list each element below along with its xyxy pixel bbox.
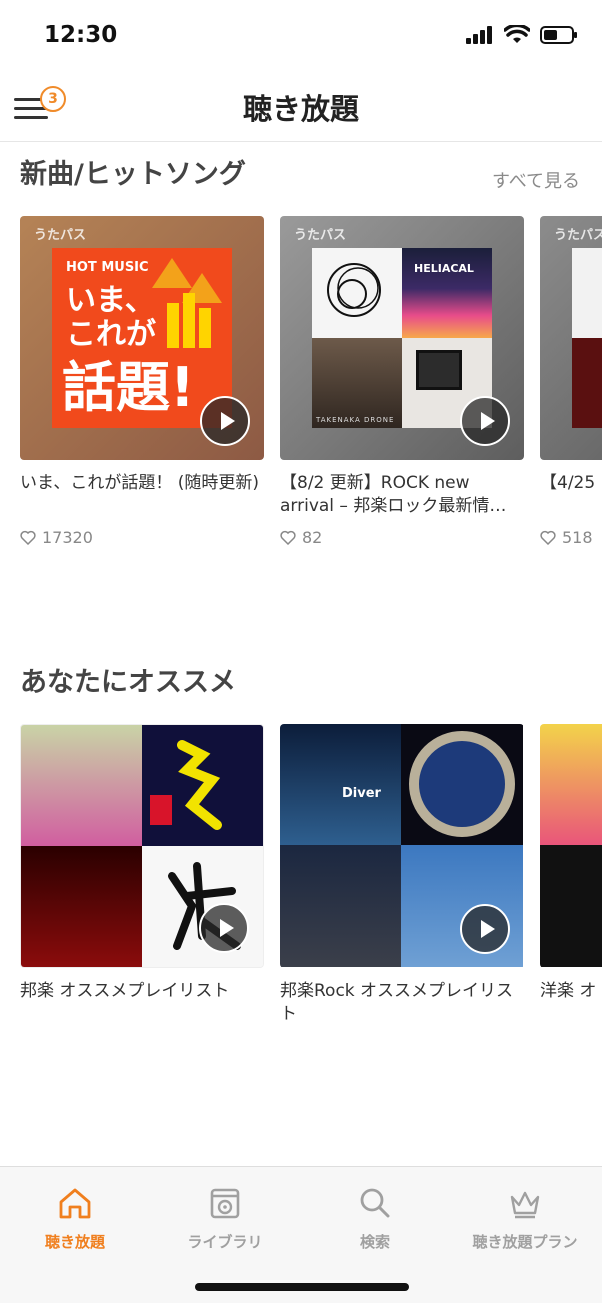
cover-tile-bike bbox=[401, 845, 523, 967]
cover-tile-rings bbox=[312, 248, 402, 338]
playlist-card[interactable]: うたパス HELIACAL TAKENAKA DRONE 【8/2 更新】ROC… bbox=[280, 216, 524, 547]
battery-icon bbox=[540, 26, 577, 44]
cover-tile-band: TAKENAKA DRONE bbox=[312, 338, 402, 428]
play-button[interactable] bbox=[460, 396, 510, 446]
playlist-title[interactable]: 【4/25 Beats – bbox=[540, 472, 602, 518]
cover-line-3: 話題! bbox=[62, 356, 195, 419]
play-button[interactable] bbox=[199, 903, 249, 953]
status-icons bbox=[466, 25, 578, 45]
tab-library[interactable]: ライブラリ bbox=[150, 1185, 300, 1252]
cover-line-2: これが bbox=[66, 317, 156, 352]
cover-tile-cartoon bbox=[540, 724, 602, 845]
playlist-cover[interactable] bbox=[540, 724, 602, 968]
playlist-cover[interactable] bbox=[20, 724, 264, 968]
signal-icon bbox=[466, 26, 492, 44]
home-icon bbox=[59, 1188, 91, 1219]
playlist-card[interactable]: Diver 邦楽Rock オススメプレイリスト bbox=[280, 724, 524, 1026]
like-count-value: 518 bbox=[562, 528, 593, 547]
playlist-title[interactable]: 邦楽 オススメプレイリスト bbox=[20, 980, 264, 1026]
playlist-cover[interactable]: うたパス HELIACAL TAKENAKA DRONE bbox=[280, 216, 524, 460]
playlist-card[interactable]: 邦楽 オススメプレイリスト bbox=[20, 724, 264, 1026]
hot-music-artwork: HOT MUSIC いま、 これが 話題! bbox=[52, 248, 232, 428]
playlist-row-new-hits: うたパス HOT MUSIC いま、 これが 話題! いま、これが話題！ (随時… bbox=[0, 216, 602, 556]
play-button[interactable] bbox=[460, 904, 510, 954]
utapass-label: うたパス bbox=[34, 228, 87, 243]
playlist-title[interactable]: 邦楽Rock オススメプレイリスト bbox=[280, 980, 524, 1026]
status-time: 12:30 bbox=[44, 22, 118, 48]
cover-tile bbox=[572, 338, 602, 428]
section-title-new-hits: 新曲/ヒットソング bbox=[20, 159, 246, 190]
cover-tile-live bbox=[280, 845, 401, 967]
tab-plan[interactable]: 聴き放題プラン bbox=[450, 1185, 600, 1252]
home-indicator[interactable] bbox=[195, 1283, 409, 1291]
wifi-icon bbox=[504, 25, 530, 43]
like-count[interactable]: 82 bbox=[280, 528, 524, 547]
tab-listen[interactable]: 聴き放題 bbox=[0, 1185, 150, 1252]
cover-tile-artist bbox=[21, 725, 142, 846]
utapass-label: うたパス bbox=[294, 228, 347, 243]
like-count[interactable]: 518 bbox=[540, 528, 602, 547]
playlist-row-recommended: 邦楽 オススメプレイリスト Diver 邦楽Rock オススメプレイリスト 洋楽… bbox=[0, 724, 602, 1034]
cover-tile-red bbox=[21, 846, 142, 967]
playlist-title[interactable]: 洋楽 オ bbox=[540, 980, 602, 1026]
tab-label: 検索 bbox=[359, 1233, 390, 1251]
playlist-card[interactable]: うたパス HOT MUSIC いま、 これが 話題! いま、これが話題！ (随時… bbox=[20, 216, 264, 547]
see-all-link[interactable]: すべて見る bbox=[492, 167, 580, 193]
band-name-text: TAKENAKA DRONE bbox=[316, 416, 395, 424]
cover-tile-dark bbox=[540, 845, 602, 967]
crown-icon bbox=[510, 1191, 540, 1219]
status-bar: 12:30 bbox=[0, 0, 602, 72]
playlist-cover[interactable]: うたパス HOT MUSIC いま、 これが 話題! bbox=[20, 216, 264, 460]
tab-label: ライブラリ bbox=[187, 1233, 263, 1251]
like-count[interactable]: 17320 bbox=[20, 528, 264, 547]
tab-bar: 聴き放題 ライブラリ 検索 聴き放題プラン bbox=[0, 1166, 602, 1303]
tab-search[interactable]: 検索 bbox=[300, 1185, 450, 1252]
cover-tile-diver: Diver bbox=[280, 724, 401, 845]
heart-icon bbox=[280, 530, 296, 545]
tab-label: 聴き放題 bbox=[44, 1233, 105, 1251]
header: 3 聴き放題 bbox=[0, 72, 602, 142]
tab-label: 聴き放題プラン bbox=[472, 1233, 578, 1251]
cover-line-1: いま、 bbox=[66, 283, 155, 318]
search-icon bbox=[360, 1188, 390, 1218]
heart-icon bbox=[20, 530, 36, 545]
play-button[interactable] bbox=[200, 396, 250, 446]
playlist-cover[interactable]: うたパス bbox=[540, 216, 602, 460]
cover-tile-calligraphy bbox=[142, 846, 263, 967]
hot-music-label: HOT MUSIC bbox=[66, 260, 149, 275]
playlist-title[interactable]: いま、これが話題！ (随時更新) bbox=[20, 472, 264, 518]
playlist-title[interactable]: 【8/2 更新】ROCK new arrival – 邦楽ロック最新情… bbox=[280, 472, 524, 518]
section-title-recommended: あなたにオススメ bbox=[20, 667, 236, 698]
utapass-label: うたパス bbox=[554, 228, 602, 243]
cover-tile bbox=[572, 248, 602, 338]
cover-tile-yellow-text bbox=[142, 725, 263, 846]
cover-tile-heliacal: HELIACAL bbox=[402, 248, 492, 338]
heart-icon bbox=[540, 530, 556, 545]
playlist-card[interactable]: 洋楽 オ bbox=[540, 724, 602, 1026]
playlist-cover[interactable]: Diver bbox=[280, 724, 524, 968]
like-count-value: 17320 bbox=[42, 528, 93, 547]
page-title: 聴き放題 bbox=[242, 92, 359, 126]
cover-tile-circle bbox=[401, 724, 523, 845]
like-count-value: 82 bbox=[302, 528, 323, 547]
heliacal-text: HELIACAL bbox=[414, 262, 474, 275]
playlist-card[interactable]: うたパス 【4/25 Beats – 518 bbox=[540, 216, 602, 547]
diver-text: Diver bbox=[342, 786, 381, 801]
library-icon bbox=[210, 1188, 240, 1219]
